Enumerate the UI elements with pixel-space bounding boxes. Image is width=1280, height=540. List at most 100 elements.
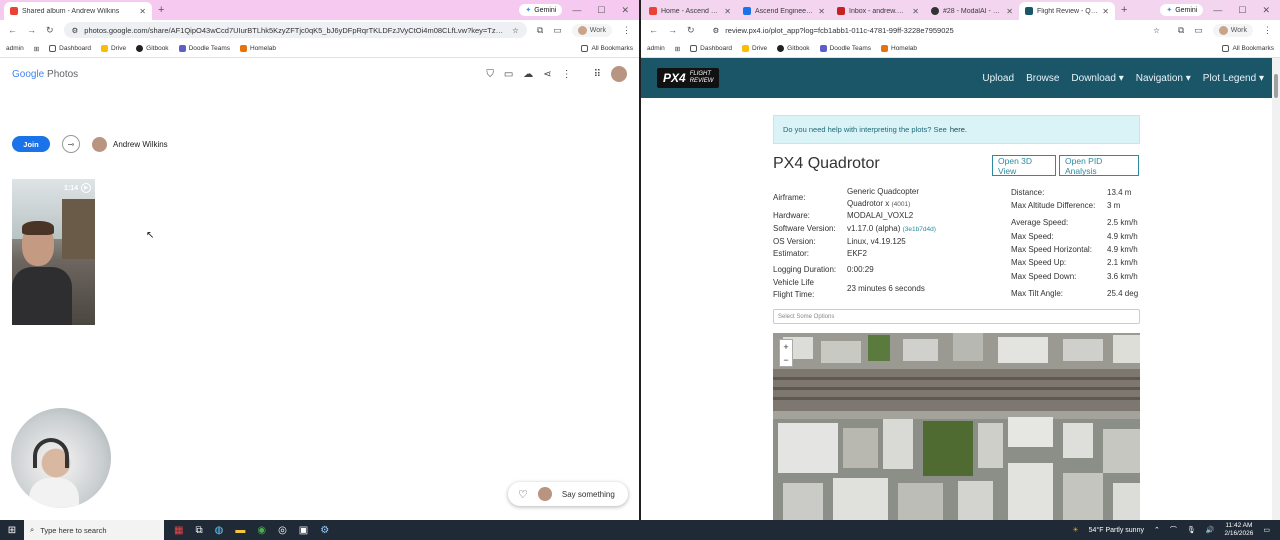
close-tab-icon[interactable]: ✕ [912, 7, 919, 16]
open-pid-analysis-button[interactable]: Open PID Analysis [1059, 155, 1139, 176]
nav-navigation[interactable]: Navigation ▾ [1136, 73, 1191, 84]
software-hash-link[interactable]: (3e1b7d4d) [903, 226, 936, 233]
menu-icon[interactable]: ⋮ [622, 25, 631, 36]
network-icon[interactable]: ⌒ [1170, 525, 1177, 535]
account-avatar[interactable] [611, 66, 627, 82]
flag-icon[interactable]: ▦ [174, 525, 183, 536]
app-icon[interactable]: ⚙ [320, 525, 329, 536]
tray-chevron-icon[interactable]: ⌃ [1154, 526, 1160, 534]
split-view-icon[interactable]: ▭ [553, 25, 562, 36]
new-tab-icon[interactable]: + [152, 4, 170, 16]
google-photos-logo[interactable]: Google Photos [12, 69, 78, 80]
bookmark-star-icon[interactable]: ☆ [1153, 26, 1160, 35]
apps-grid-icon[interactable]: ⊞ [34, 45, 39, 53]
comment-bar[interactable]: ♡ Say something [508, 482, 628, 506]
close-tab-icon[interactable]: ✕ [1006, 7, 1013, 16]
site-info-icon[interactable]: ⚙ [713, 26, 720, 35]
split-view-icon[interactable]: ▭ [1194, 25, 1203, 36]
back-icon[interactable]: ← [649, 25, 658, 35]
share-icon[interactable]: ⋖ [543, 69, 551, 80]
plot-options-select[interactable]: Select Some Options [773, 309, 1140, 324]
tab-flight-review[interactable]: Flight Review - Quad ✕ [1019, 2, 1115, 20]
zoom-out-button[interactable]: − [783, 355, 788, 365]
gemini-button[interactable]: ✦ Gemini [1160, 4, 1204, 16]
bookmark-homelab[interactable]: Homelab [881, 45, 917, 52]
nav-plot-legend[interactable]: Plot Legend ▾ [1203, 73, 1264, 84]
volume-icon[interactable]: 🔊 [1206, 526, 1215, 534]
link-icon[interactable]: ⊸ [62, 135, 80, 153]
close-tab-icon[interactable]: ✕ [1102, 7, 1109, 16]
video-thumbnail[interactable]: 1:14 ▶ [12, 179, 95, 325]
close-tab-icon[interactable]: ✕ [724, 7, 731, 16]
all-bookmarks[interactable]: All Bookmarks [581, 45, 633, 52]
bookmark-dashboard[interactable]: Dashboard [690, 45, 732, 52]
bookmark-star-icon[interactable]: ☆ [512, 26, 519, 35]
gemini-button[interactable]: ✦ Gemini [519, 4, 563, 16]
heart-icon[interactable]: ♡ [518, 488, 528, 501]
tab-ascend-engineering[interactable]: Ascend Engineering ✕ [737, 2, 831, 20]
more-options-icon[interactable]: ⋮ [562, 69, 572, 80]
zoom-in-button[interactable]: + [783, 342, 788, 352]
satellite-map[interactable]: + − [773, 333, 1140, 520]
bookmark-dashboard[interactable]: Dashboard [49, 45, 91, 52]
terminal-icon[interactable]: ▣ [299, 525, 308, 536]
extensions-icon[interactable]: ⧉ [1178, 25, 1184, 36]
reload-icon[interactable]: ↻ [46, 25, 54, 36]
close-tab-icon[interactable]: ✕ [139, 7, 146, 16]
clock[interactable]: 11:42 AM 2/16/2026 [1224, 522, 1253, 538]
close-window-icon[interactable]: ✕ [1262, 5, 1270, 16]
close-tab-icon[interactable]: ✕ [818, 7, 825, 16]
tab-inbox[interactable]: Inbox - andrew.wilkin ✕ [831, 2, 925, 20]
site-info-icon[interactable]: ⚙ [72, 26, 79, 35]
tab-shared-album[interactable]: Shared album - Andrew Wilkins ✕ [4, 2, 152, 20]
bookmark-gitbook[interactable]: Gitbook [136, 45, 169, 52]
cloud-upload-icon[interactable]: ☁ [523, 69, 533, 80]
apps-grid-icon[interactable]: ⊞ [675, 45, 680, 53]
address-bar[interactable]: ⚙ photos.google.com/share/AF1QipO43wCcd7… [63, 22, 527, 38]
scrollbar-thumb[interactable] [1274, 74, 1278, 98]
nav-download[interactable]: Download ▾ [1071, 73, 1123, 84]
bookmark-doodle[interactable]: Doodle Teams [819, 45, 871, 52]
nav-browse[interactable]: Browse [1026, 73, 1059, 84]
forward-icon[interactable]: → [668, 25, 677, 35]
maximize-icon[interactable]: ☐ [597, 5, 605, 16]
maximize-icon[interactable]: ☐ [1238, 5, 1246, 16]
menu-icon[interactable]: ⋮ [1263, 25, 1272, 36]
page-scrollbar[interactable] [1272, 58, 1280, 520]
tab-modalai[interactable]: #28 - ModalAI - Fligh ✕ [925, 2, 1019, 20]
profile-button[interactable]: Work [1212, 23, 1253, 37]
bookmark-drive[interactable]: Drive [741, 45, 767, 52]
file-explorer-icon[interactable]: ▬ [235, 525, 245, 536]
bookmark-drive[interactable]: Drive [100, 45, 126, 52]
address-bar[interactable]: ⚙ review.px4.io/plot_app?log=fcb1abb1-01… [704, 22, 1168, 38]
px4-logo[interactable]: PX4 FLIGHT REVIEW [657, 68, 720, 88]
copilot-icon[interactable]: ◍ [215, 525, 224, 536]
slideshow-icon[interactable]: ▭ [504, 69, 513, 80]
bookmark-admin[interactable]: admin [647, 45, 665, 52]
apps-grid-icon[interactable]: ⠿ [594, 69, 601, 80]
new-tab-icon[interactable]: + [1115, 4, 1133, 16]
tab-home-ascend[interactable]: Home - Ascend Engin ✕ [643, 2, 737, 20]
open-3d-view-button[interactable]: Open 3D View [992, 155, 1056, 176]
taskbar-search[interactable]: ⌕ Type here to search [24, 520, 164, 540]
nav-upload[interactable]: Upload [982, 73, 1014, 84]
shopping-bag-icon[interactable]: ⛉ [486, 69, 494, 80]
chrome-icon[interactable]: ◉ [257, 525, 266, 536]
minimize-icon[interactable]: — [1213, 5, 1222, 16]
bookmark-homelab[interactable]: Homelab [240, 45, 276, 52]
back-icon[interactable]: ← [8, 25, 17, 35]
all-bookmarks[interactable]: All Bookmarks [1222, 45, 1274, 52]
bookmark-doodle[interactable]: Doodle Teams [178, 45, 230, 52]
task-view-icon[interactable]: ⧉ [195, 525, 202, 536]
join-button[interactable]: Join [12, 136, 50, 152]
extensions-icon[interactable]: ⧉ [537, 25, 543, 36]
notifications-icon[interactable]: ▭ [1263, 526, 1270, 534]
minimize-icon[interactable]: — [572, 5, 581, 16]
forward-icon[interactable]: → [27, 25, 36, 35]
bookmark-gitbook[interactable]: Gitbook [777, 45, 810, 52]
close-window-icon[interactable]: ✕ [621, 5, 629, 16]
reload-icon[interactable]: ↻ [687, 25, 695, 36]
bookmark-admin[interactable]: admin [6, 45, 24, 52]
microphone-icon[interactable]: 🎙 [1187, 526, 1196, 534]
profile-button[interactable]: Work [571, 23, 612, 37]
